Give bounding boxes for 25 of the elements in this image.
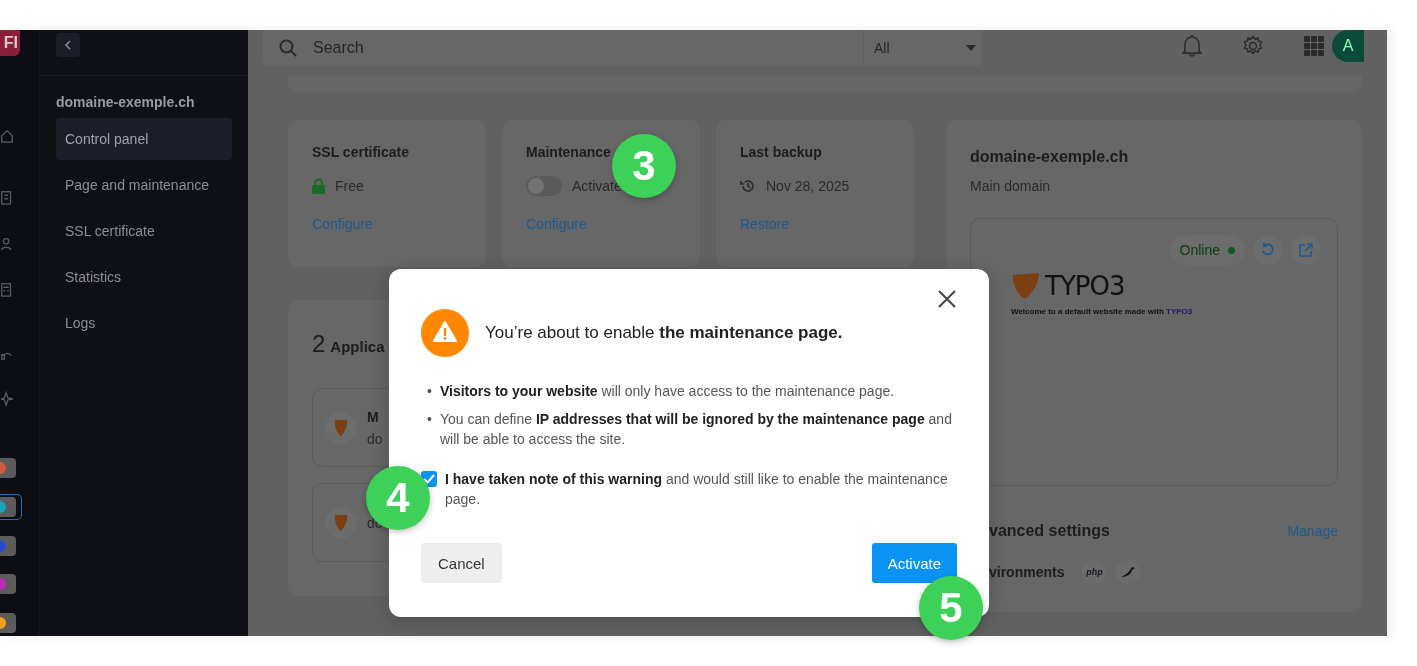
site-name: domaine-exemple.ch — [56, 94, 196, 110]
card-title: Last backup — [740, 144, 823, 160]
warning-text: Visitors to your website will only have access to the maintenance page. — [439, 382, 895, 401]
app-domain: do — [367, 430, 383, 447]
php-badge: php — [1082, 560, 1107, 584]
backup-date: Nov 28, 2025 — [766, 178, 850, 194]
domain-subtitle: Main domain — [970, 178, 1052, 194]
preview-caption: Welcome to a default website made with TYPO3 — [1011, 307, 1194, 316]
bullet-marker: • — [427, 382, 432, 401]
environments-label: vironments — [989, 564, 1065, 580]
app-count: 2 — [312, 330, 326, 358]
app-name: M — [367, 408, 380, 425]
dialog-title: You’re about to enable the maintenance page. — [485, 323, 843, 343]
preview-logo-text: TYPO3 — [1045, 271, 1125, 301]
toggle-label: Activate — [572, 178, 622, 194]
card-title: Maintenance — [526, 144, 612, 160]
card-title: SSL certificate — [312, 144, 410, 160]
bullet-marker: • — [427, 410, 432, 429]
warning-text: You can define IP addresses that will be ignored by the maintenance page and will be able to access the site. — [439, 410, 953, 449]
section-title: vanced settings — [989, 522, 1110, 540]
confirm-text: I have taken note of this warning and would still like to enable the maintenance page. — [445, 470, 949, 509]
section-title: Applica — [330, 338, 385, 355]
domain-name: domaine-exemple.ch — [970, 148, 1130, 166]
ssl-status: Free — [335, 178, 364, 194]
status-pill: Online — [1169, 235, 1245, 265]
